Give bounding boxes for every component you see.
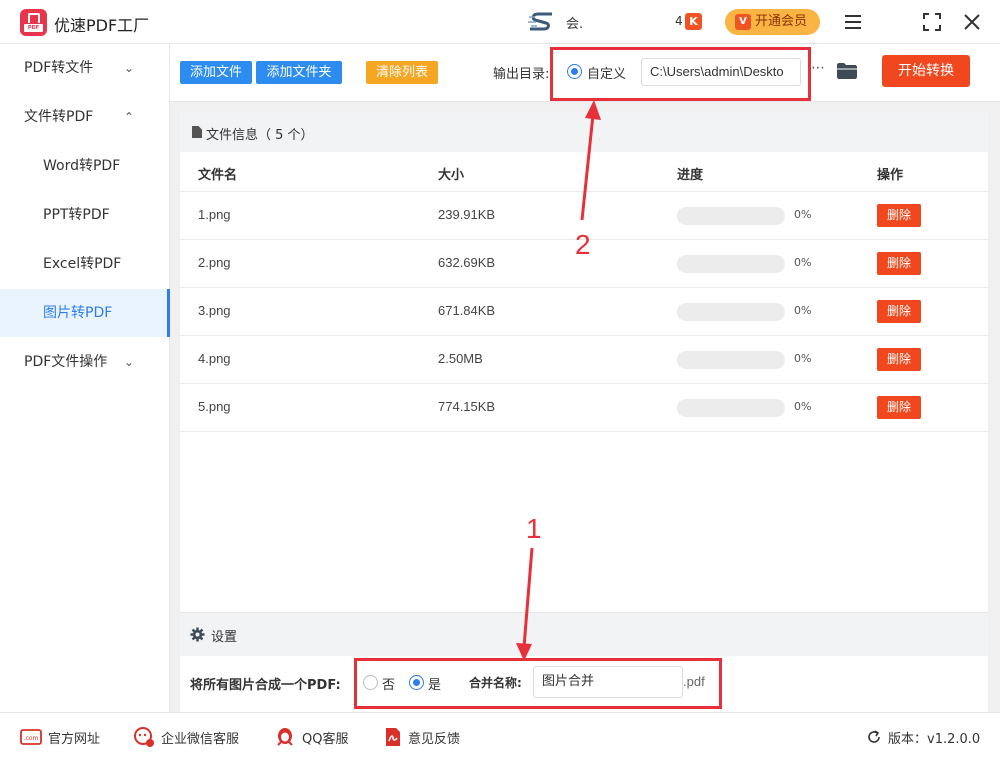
- progress-text: 0%: [794, 256, 812, 269]
- vip-badge-icon[interactable]: K: [685, 13, 702, 30]
- sidebar-item-excel-to-pdf[interactable]: Excel转PDF: [0, 240, 170, 288]
- feedback-link[interactable]: 意见反馈: [408, 728, 460, 747]
- column-header-name: 文件名: [198, 168, 238, 183]
- wechat-icon: [134, 727, 154, 747]
- file-info-title: 文件信息（ 5 个）: [206, 128, 314, 143]
- official-website-link[interactable]: 官方网址: [48, 728, 100, 747]
- open-vip-label: 开通会员: [755, 14, 808, 29]
- svg-text:.com: .com: [24, 735, 39, 742]
- progress-bar: [677, 399, 785, 417]
- sidebar: PDF转文件 ⌄ 文件转PDF ⌃ Word转PDF PPT转PDF Excel…: [0, 44, 170, 712]
- chevron-down-icon: ⌄: [124, 355, 135, 369]
- delete-button[interactable]: 删除: [877, 396, 921, 419]
- app-title: 优速PDF工厂: [54, 16, 150, 35]
- folder-icon[interactable]: [836, 62, 858, 80]
- wechat-service-link[interactable]: 企业微信客服: [161, 728, 239, 747]
- sidebar-item-label: PPT转PDF: [43, 207, 110, 223]
- table-row: 5.png 774.15KB 0% 删除: [180, 384, 988, 432]
- qq-service-link[interactable]: QQ客服: [302, 728, 348, 747]
- website-icon: .com: [20, 729, 42, 745]
- menu-icon[interactable]: [841, 10, 865, 34]
- file-list-panel: 文件信息（ 5 个） 文件名 大小 进度 操作 1.png 239.91KB 0…: [180, 112, 988, 612]
- qq-icon: [277, 728, 293, 746]
- annotation-box-1: [354, 658, 722, 709]
- file-info-header: 文件信息（ 5 个）: [180, 112, 988, 152]
- app-logo-icon: PDF: [20, 9, 47, 36]
- file-size: 632.69KB: [438, 255, 496, 270]
- table-row: 4.png 2.50MB 0% 删除: [180, 336, 988, 384]
- sidebar-item-pdf-operations[interactable]: PDF文件操作 ⌄: [0, 338, 170, 386]
- add-folder-button[interactable]: 添加文件夹: [256, 61, 342, 84]
- delete-button[interactable]: 删除: [877, 252, 921, 275]
- sidebar-item-label: PDF文件操作: [24, 354, 108, 370]
- sidebar-item-label: 图片转PDF: [43, 305, 113, 321]
- close-icon[interactable]: [960, 10, 984, 34]
- chevron-up-icon: ⌃: [124, 110, 135, 124]
- more-options-icon[interactable]: ⋯: [811, 60, 826, 76]
- sidebar-item-file-to-pdf[interactable]: 文件转PDF ⌃: [0, 93, 170, 141]
- progress-text: 0%: [794, 304, 812, 317]
- table-header: 文件名 大小 进度 操作: [180, 152, 988, 192]
- progress-bar: [677, 255, 785, 273]
- delete-button[interactable]: 删除: [877, 204, 921, 227]
- progress-bar: [677, 207, 785, 225]
- sidebar-item-label: PDF转文件: [24, 60, 94, 76]
- sidebar-item-image-to-pdf[interactable]: 图片转PDF: [0, 289, 170, 337]
- progress-bar: [677, 351, 785, 369]
- gear-icon: [190, 627, 205, 642]
- start-convert-button[interactable]: 开始转换: [882, 55, 970, 87]
- vip-icon: V: [735, 14, 751, 30]
- delete-button[interactable]: 删除: [877, 300, 921, 323]
- progress-text: 0%: [794, 400, 812, 413]
- annotation-box-2: [550, 47, 811, 101]
- progress-text: 0%: [794, 208, 812, 221]
- annotation-label-2: 2: [575, 229, 591, 260]
- column-header-operation: 操作: [877, 168, 904, 183]
- coupon-count: 4: [675, 14, 683, 28]
- sidebar-item-label: Excel转PDF: [43, 256, 122, 272]
- version-label: 版本：v1.2.0.0: [888, 732, 981, 747]
- clear-list-button[interactable]: 清除列表: [366, 61, 438, 84]
- sidebar-item-label: 文件转PDF: [24, 109, 94, 125]
- sidebar-item-ppt-to-pdf[interactable]: PPT转PDF: [0, 191, 170, 239]
- refresh-icon[interactable]: [866, 729, 882, 745]
- column-header-size: 大小: [438, 168, 465, 183]
- settings-header: 设置: [180, 612, 988, 656]
- title-bar: PDF 优速PDF工厂 会. 4 K V 开通会员: [0, 0, 1000, 44]
- annotation-label-1: 1: [526, 513, 542, 544]
- output-dir-label: 输出目录:: [493, 67, 550, 82]
- user-name[interactable]: 会.: [566, 13, 583, 32]
- sidebar-item-word-to-pdf[interactable]: Word转PDF: [0, 142, 170, 190]
- file-name: 2.png: [198, 255, 231, 270]
- file-name: 4.png: [198, 351, 231, 366]
- user-avatar-icon[interactable]: [526, 10, 558, 34]
- progress-bar: [677, 303, 785, 321]
- progress-text: 0%: [794, 352, 812, 365]
- open-vip-button[interactable]: V 开通会员: [725, 9, 820, 35]
- file-size: 239.91KB: [438, 207, 496, 222]
- delete-button[interactable]: 删除: [877, 348, 921, 371]
- file-size: 671.84KB: [438, 303, 496, 318]
- file-size: 2.50MB: [438, 351, 483, 366]
- sidebar-item-pdf-to-file[interactable]: PDF转文件 ⌄: [0, 44, 170, 92]
- sidebar-item-label: Word转PDF: [43, 158, 121, 174]
- file-name: 1.png: [198, 207, 231, 222]
- merge-pdf-label: 将所有图片合成一个PDF:: [190, 678, 341, 693]
- settings-title: 设置: [211, 630, 238, 645]
- table-row: 3.png 671.84KB 0% 删除: [180, 288, 988, 336]
- chevron-down-icon: ⌄: [124, 61, 135, 75]
- add-file-button[interactable]: 添加文件: [180, 61, 252, 84]
- feedback-icon: [386, 728, 400, 746]
- document-icon: [192, 126, 202, 138]
- footer: .com 官方网址 企业微信客服 QQ客服 意见反馈 版本：v1.2.0.0: [0, 712, 1000, 760]
- file-name: 3.png: [198, 303, 231, 318]
- file-size: 774.15KB: [438, 399, 496, 414]
- column-header-progress: 进度: [677, 168, 704, 183]
- file-name: 5.png: [198, 399, 231, 414]
- maximize-icon[interactable]: [920, 10, 944, 34]
